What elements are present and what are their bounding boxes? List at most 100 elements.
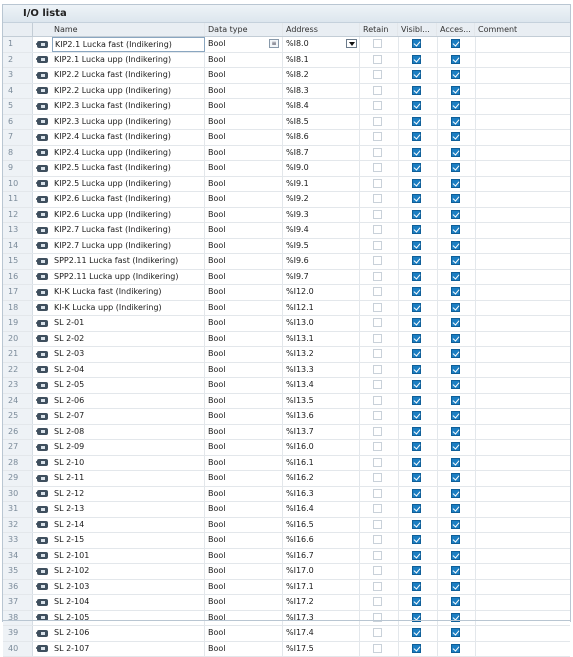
data-type-cell[interactable]: Bool (206, 239, 283, 254)
comment-cell[interactable] (476, 239, 572, 254)
comment-cell[interactable] (476, 440, 572, 455)
comment-cell[interactable] (476, 332, 572, 347)
address-cell[interactable]: %I9.0 (284, 161, 360, 176)
data-type-cell[interactable]: Bool (206, 409, 283, 424)
table-row[interactable]: 29SL 2-11Bool%I16.2 (3, 471, 570, 487)
visible-checkbox[interactable] (412, 365, 421, 374)
table-row[interactable]: 21SL 2-03Bool%I13.2 (3, 347, 570, 363)
row-number[interactable]: 21 (3, 347, 33, 362)
retain-checkbox[interactable] (373, 582, 382, 591)
address-cell[interactable]: %I8.1 (284, 53, 360, 68)
accessible-checkbox[interactable] (451, 70, 460, 79)
comment-cell[interactable] (476, 564, 572, 579)
row-number[interactable]: 19 (3, 316, 33, 331)
comment-cell[interactable] (476, 53, 572, 68)
retain-checkbox[interactable] (373, 365, 382, 374)
data-type-cell[interactable]: Bool (206, 84, 283, 99)
table-row[interactable]: 32SL 2-14Bool%I16.5 (3, 518, 570, 534)
comment-cell[interactable] (476, 68, 572, 83)
visible-checkbox[interactable] (412, 179, 421, 188)
accessible-checkbox[interactable] (451, 194, 460, 203)
data-type-cell[interactable]: Bool (206, 394, 283, 409)
comment-cell[interactable] (476, 146, 572, 161)
comment-cell[interactable] (476, 549, 572, 564)
address-cell[interactable]: %I17.4 (284, 626, 360, 641)
data-type-cell[interactable]: Bool (206, 363, 283, 378)
visible-checkbox[interactable] (412, 318, 421, 327)
address-cell[interactable]: %I9.5 (284, 239, 360, 254)
tag-name-cell[interactable]: KIP2.6 Lucka fast (Indikering) (52, 192, 205, 207)
address-cell[interactable]: %I13.5 (284, 394, 360, 409)
accessible-checkbox[interactable] (451, 318, 460, 327)
row-number[interactable]: 16 (3, 270, 33, 285)
data-type-cell[interactable]: Bool (206, 456, 283, 471)
accessible-checkbox[interactable] (451, 520, 460, 529)
row-number[interactable]: 37 (3, 595, 33, 610)
tag-name-cell[interactable]: SL 2-07 (52, 409, 205, 424)
tag-name-cell[interactable]: SL 2-05 (52, 378, 205, 393)
visible-checkbox[interactable] (412, 427, 421, 436)
accessible-checkbox[interactable] (451, 628, 460, 637)
comment-cell[interactable] (476, 471, 572, 486)
retain-checkbox[interactable] (373, 148, 382, 157)
accessible-checkbox[interactable] (451, 644, 460, 653)
retain-checkbox[interactable] (373, 70, 382, 79)
row-number[interactable]: 5 (3, 99, 33, 114)
row-number[interactable]: 35 (3, 564, 33, 579)
address-cell[interactable]: %I13.7 (284, 425, 360, 440)
accessible-checkbox[interactable] (451, 504, 460, 513)
accessible-checkbox[interactable] (451, 132, 460, 141)
row-number[interactable]: 28 (3, 456, 33, 471)
header-comment[interactable]: Comment (476, 23, 572, 36)
tag-name-cell[interactable]: KIP2.3 Lucka fast (Indikering) (52, 99, 205, 114)
comment-cell[interactable] (476, 37, 572, 52)
address-cell[interactable]: %I17.3 (284, 611, 360, 626)
accessible-checkbox[interactable] (451, 334, 460, 343)
retain-checkbox[interactable] (373, 241, 382, 250)
address-cell[interactable]: %I13.1 (284, 332, 360, 347)
accessible-checkbox[interactable] (451, 163, 460, 172)
address-cell[interactable]: %I13.0 (284, 316, 360, 331)
accessible-checkbox[interactable] (451, 272, 460, 281)
accessible-checkbox[interactable] (451, 582, 460, 591)
table-row[interactable]: 23SL 2-05Bool%I13.4 (3, 378, 570, 394)
table-row[interactable]: 17KI-K Lucka fast (Indikering)Bool%I12.0 (3, 285, 570, 301)
row-number[interactable]: 4 (3, 84, 33, 99)
tag-name-cell[interactable]: SL 2-09 (52, 440, 205, 455)
table-row[interactable]: 16SPP2.11 Lucka upp (Indikering)Bool%I9.… (3, 270, 570, 286)
address-cell[interactable]: %I8.4 (284, 99, 360, 114)
tag-name-cell[interactable]: SL 2-11 (52, 471, 205, 486)
data-type-cell[interactable]: Bool (206, 130, 283, 145)
tag-name-cell[interactable]: SL 2-10 (52, 456, 205, 471)
tag-name-cell[interactable]: SPP2.11 Lucka fast (Indikering) (52, 254, 205, 269)
data-type-cell[interactable]: Bool (206, 68, 283, 83)
address-cell[interactable]: %I8.0 (284, 37, 360, 52)
tag-name-cell[interactable]: SL 2-04 (52, 363, 205, 378)
comment-cell[interactable] (476, 533, 572, 548)
tag-name-cell[interactable]: KIP2.1 Lucka fast (Indikering) (52, 37, 205, 52)
row-number[interactable]: 34 (3, 549, 33, 564)
retain-checkbox[interactable] (373, 132, 382, 141)
data-type-cell[interactable]: Bool (206, 254, 283, 269)
comment-cell[interactable] (476, 254, 572, 269)
row-number[interactable]: 36 (3, 580, 33, 595)
data-type-cell[interactable]: Bool (206, 440, 283, 455)
tag-name-cell[interactable]: KIP2.2 Lucka fast (Indikering) (52, 68, 205, 83)
address-cell[interactable]: %I8.7 (284, 146, 360, 161)
table-row[interactable]: 8KIP2.4 Lucka upp (Indikering)Bool%I8.7 (3, 146, 570, 162)
comment-cell[interactable] (476, 378, 572, 393)
data-type-cell[interactable]: Bool (206, 378, 283, 393)
retain-checkbox[interactable] (373, 210, 382, 219)
retain-checkbox[interactable] (373, 489, 382, 498)
comment-cell[interactable] (476, 301, 572, 316)
table-row[interactable]: 25SL 2-07Bool%I13.6 (3, 409, 570, 425)
accessible-checkbox[interactable] (451, 241, 460, 250)
address-cell[interactable]: %I16.4 (284, 502, 360, 517)
row-number[interactable]: 1 (3, 37, 33, 52)
visible-checkbox[interactable] (412, 411, 421, 420)
table-row[interactable]: 27SL 2-09Bool%I16.0 (3, 440, 570, 456)
row-number[interactable]: 33 (3, 533, 33, 548)
table-row[interactable]: 30SL 2-12Bool%I16.3 (3, 487, 570, 503)
retain-checkbox[interactable] (373, 427, 382, 436)
data-type-cell[interactable]: Bool (206, 642, 283, 657)
